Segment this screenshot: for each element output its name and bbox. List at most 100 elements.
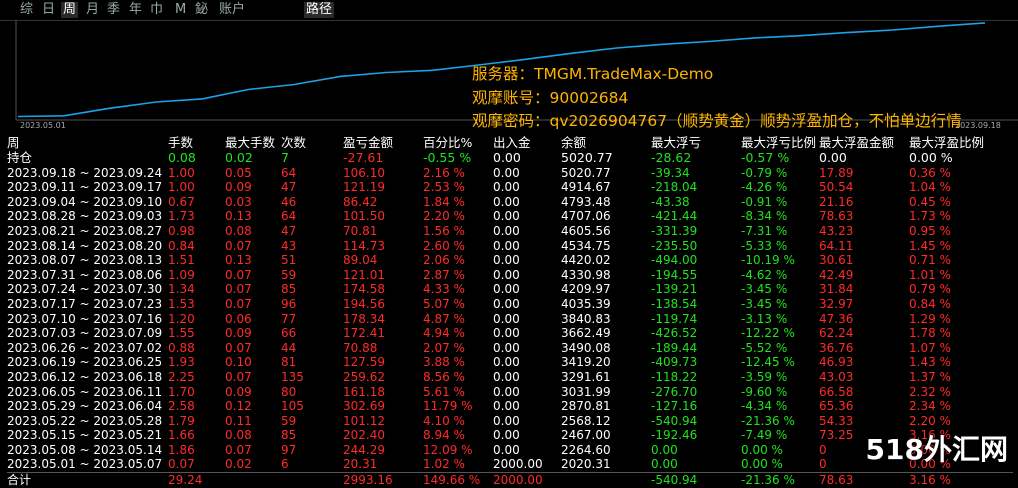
cell-pct: 2.07 %	[423, 340, 465, 355]
column-header[interactable]: 最大浮亏比例	[741, 136, 819, 151]
tab-8[interactable]: 鉍	[193, 2, 210, 18]
tab-9[interactable]: 账户	[217, 2, 247, 18]
cell-max-fp: 64.11	[819, 238, 854, 253]
cell-balance: 4605.56	[561, 223, 611, 238]
row-label: 2023.08.14 ~ 2023.08.20	[7, 238, 163, 253]
watermark-logo: 518外汇网	[865, 433, 1008, 466]
tab-2[interactable]: 周	[61, 2, 79, 18]
table-row[interactable]: 2023.07.03 ~ 2023.07.09 1.55 0.09 66 172.41 4…	[7, 326, 1013, 341]
table-row[interactable]: 2023.07.24 ~ 2023.07.30 1.34 0.07 85 174.58 4…	[7, 282, 1013, 297]
table-row[interactable]: 2023.08.07 ~ 2023.08.13 1.51 0.13 51 89.04 2.…	[7, 253, 1013, 268]
tab-6[interactable]: 巾	[148, 2, 165, 18]
cell-count: 80	[281, 384, 297, 399]
cell-pct: 2.20 %	[423, 209, 465, 224]
table-row[interactable]: 2023.09.11 ~ 2023.09.17 1.00 0.09 47 121.19 2…	[7, 180, 1013, 195]
cell-max-fp: 36.76	[819, 340, 854, 355]
cell-lots: 1.53	[168, 296, 195, 311]
column-header[interactable]: 出入金	[493, 136, 561, 151]
tab-0[interactable]: 综	[18, 2, 35, 18]
cell-count: 64	[281, 209, 297, 224]
table-row[interactable]: 2023.09.18 ~ 2023.09.24 1.00 0.05 64 106.10 2…	[7, 166, 1013, 181]
table-row[interactable]: 2023.05.15 ~ 2023.05.21 1.66 0.08 85 202.40 8…	[7, 428, 1013, 443]
cell-count: 85	[281, 428, 297, 443]
table-row[interactable]: 2023.07.17 ~ 2023.07.23 1.53 0.07 96 194.56 5…	[7, 297, 1013, 312]
cell-io: 0.00	[493, 194, 520, 209]
cell-pct: 2.06 %	[423, 253, 465, 268]
cell-lots: 1.55	[168, 326, 195, 341]
table-row[interactable]: 2023.05.08 ~ 2023.05.14 1.86 0.07 97 244.29 1…	[7, 443, 1013, 458]
column-header[interactable]: 手数	[168, 136, 225, 151]
cell-max-lots: 0.13	[225, 253, 252, 268]
cell-max-lots: 0.07	[225, 369, 252, 384]
table-row[interactable]: 2023.06.26 ~ 2023.07.02 0.88 0.07 44 70.88 2.…	[7, 341, 1013, 356]
column-header[interactable]: 余额	[561, 136, 651, 151]
cell-max-fp: 17.89	[819, 165, 854, 180]
cell-max-fp-pct: 2.32 %	[909, 384, 951, 399]
tab-7[interactable]: M	[173, 2, 188, 18]
tab-3[interactable]: 月	[84, 2, 101, 18]
table-row[interactable]: 2023.05.29 ~ 2023.06.04 2.58 0.12 105 302.69…	[7, 399, 1013, 414]
cell-pnl: 121.01	[343, 267, 385, 282]
table-row[interactable]: 2023.06.19 ~ 2023.06.25 1.93 0.10 81 127.59 3…	[7, 355, 1013, 370]
cell-io: 0.00	[493, 267, 520, 282]
table-row[interactable]: 2023.07.31 ~ 2023.08.06 1.09 0.07 59 121.01 2…	[7, 268, 1013, 283]
cell-balance: 3419.20	[561, 355, 611, 370]
column-header[interactable]: 盈亏金额	[343, 136, 423, 151]
row-label: 2023.05.15 ~ 2023.05.21	[7, 428, 163, 443]
cell-balance: 2568.12	[561, 413, 611, 428]
cell-pct: 8.94 %	[423, 428, 465, 443]
table-row[interactable]: 2023.06.05 ~ 2023.06.11 1.70 0.09 80 161.18 5…	[7, 385, 1013, 400]
cell-pct: 8.56 %	[423, 369, 465, 384]
cell-count: 43	[281, 238, 297, 253]
row-label: 2023.08.21 ~ 2023.08.27	[7, 223, 163, 238]
tab-route[interactable]: 路径	[304, 2, 335, 18]
column-header[interactable]: 周	[7, 136, 168, 151]
table-row[interactable]: 2023.07.10 ~ 2023.07.16 1.20 0.06 77 178.34 4…	[7, 312, 1013, 327]
cell-max-fp-pct: 1.78 %	[909, 326, 951, 341]
cell-max-fp-pct: 0.36 %	[909, 165, 951, 180]
cell-lots: 1.20	[168, 311, 195, 326]
cell-max-dd-pct: -12.22 %	[741, 326, 795, 341]
column-header[interactable]: 最大浮盈金额	[819, 136, 909, 151]
cell-max-lots: 0.09	[225, 384, 252, 399]
row-label: 2023.08.07 ~ 2023.08.13	[7, 253, 163, 268]
cell-max-dd: -138.54	[651, 296, 698, 311]
cell-max-dd-pct: -3.13 %	[741, 311, 788, 326]
column-header[interactable]: 次数	[281, 136, 343, 151]
column-header[interactable]: 最大浮亏	[651, 136, 741, 151]
tab-1[interactable]: 日	[40, 2, 57, 18]
table-row[interactable]: 2023.06.12 ~ 2023.06.18 2.25 0.07 135 259.62…	[7, 370, 1013, 385]
column-header[interactable]: 最大浮盈比例	[909, 136, 1013, 151]
cell-max-dd: -189.44	[651, 340, 698, 355]
cell-max-dd: -331.39	[651, 223, 698, 238]
cell-count: 66	[281, 326, 297, 341]
cell-max-dd: -39.34	[651, 165, 690, 180]
cell-max-dd: -192.46	[651, 428, 698, 443]
cell-max-dd: 0.00	[651, 442, 678, 457]
cell-max-lots: 0.08	[225, 428, 252, 443]
table-row[interactable]: 2023.05.01 ~ 2023.05.07 0.07 0.02 6 20.31 1.0…	[7, 457, 1013, 472]
cell-pct: 4.87 %	[423, 311, 465, 326]
held-position-row[interactable]: 持仓 0.08 0.02 7 -27.61 -0.55 % 0.00 5020.77 -28.6…	[7, 151, 1013, 166]
tab-4[interactable]: 季	[105, 2, 122, 18]
table-row[interactable]: 2023.08.28 ~ 2023.09.03 1.73 0.13 64 101.50 2…	[7, 209, 1013, 224]
cell-io: 0.00	[493, 296, 520, 311]
cell-max-lots: 0.02	[225, 457, 252, 472]
cell-count: 77	[281, 311, 297, 326]
cell-io: 0.00	[493, 355, 520, 370]
cell-pct: 2.60 %	[423, 238, 465, 253]
tab-5[interactable]: 年	[127, 2, 144, 18]
table-row[interactable]: 2023.08.21 ~ 2023.08.27 0.98 0.08 47 70.81 1.…	[7, 224, 1013, 239]
table-row[interactable]: 2023.05.22 ~ 2023.05.28 1.79 0.11 59 101.12 4…	[7, 414, 1013, 429]
cell-pnl: 89.04	[343, 253, 378, 268]
row-label: 2023.09.11 ~ 2023.09.17	[7, 180, 163, 195]
total-row[interactable]: 合计 29.24 2993.16 149.66 % 2000.00 -540.94 -21.…	[7, 472, 1013, 488]
cell-count: 51	[281, 253, 297, 268]
cell-pnl: 202.40	[343, 428, 385, 443]
cell-max-dd-pct: -0.57 %	[741, 151, 790, 165]
cell-max-dd: -119.74	[651, 311, 698, 326]
table-row[interactable]: 2023.09.04 ~ 2023.09.10 0.67 0.03 46 86.42 1.…	[7, 195, 1013, 210]
column-header[interactable]: 百分比%	[423, 136, 493, 151]
column-header[interactable]: 最大手数	[225, 136, 281, 151]
table-row[interactable]: 2023.08.14 ~ 2023.08.20 0.84 0.07 43 114.73 2…	[7, 239, 1013, 254]
